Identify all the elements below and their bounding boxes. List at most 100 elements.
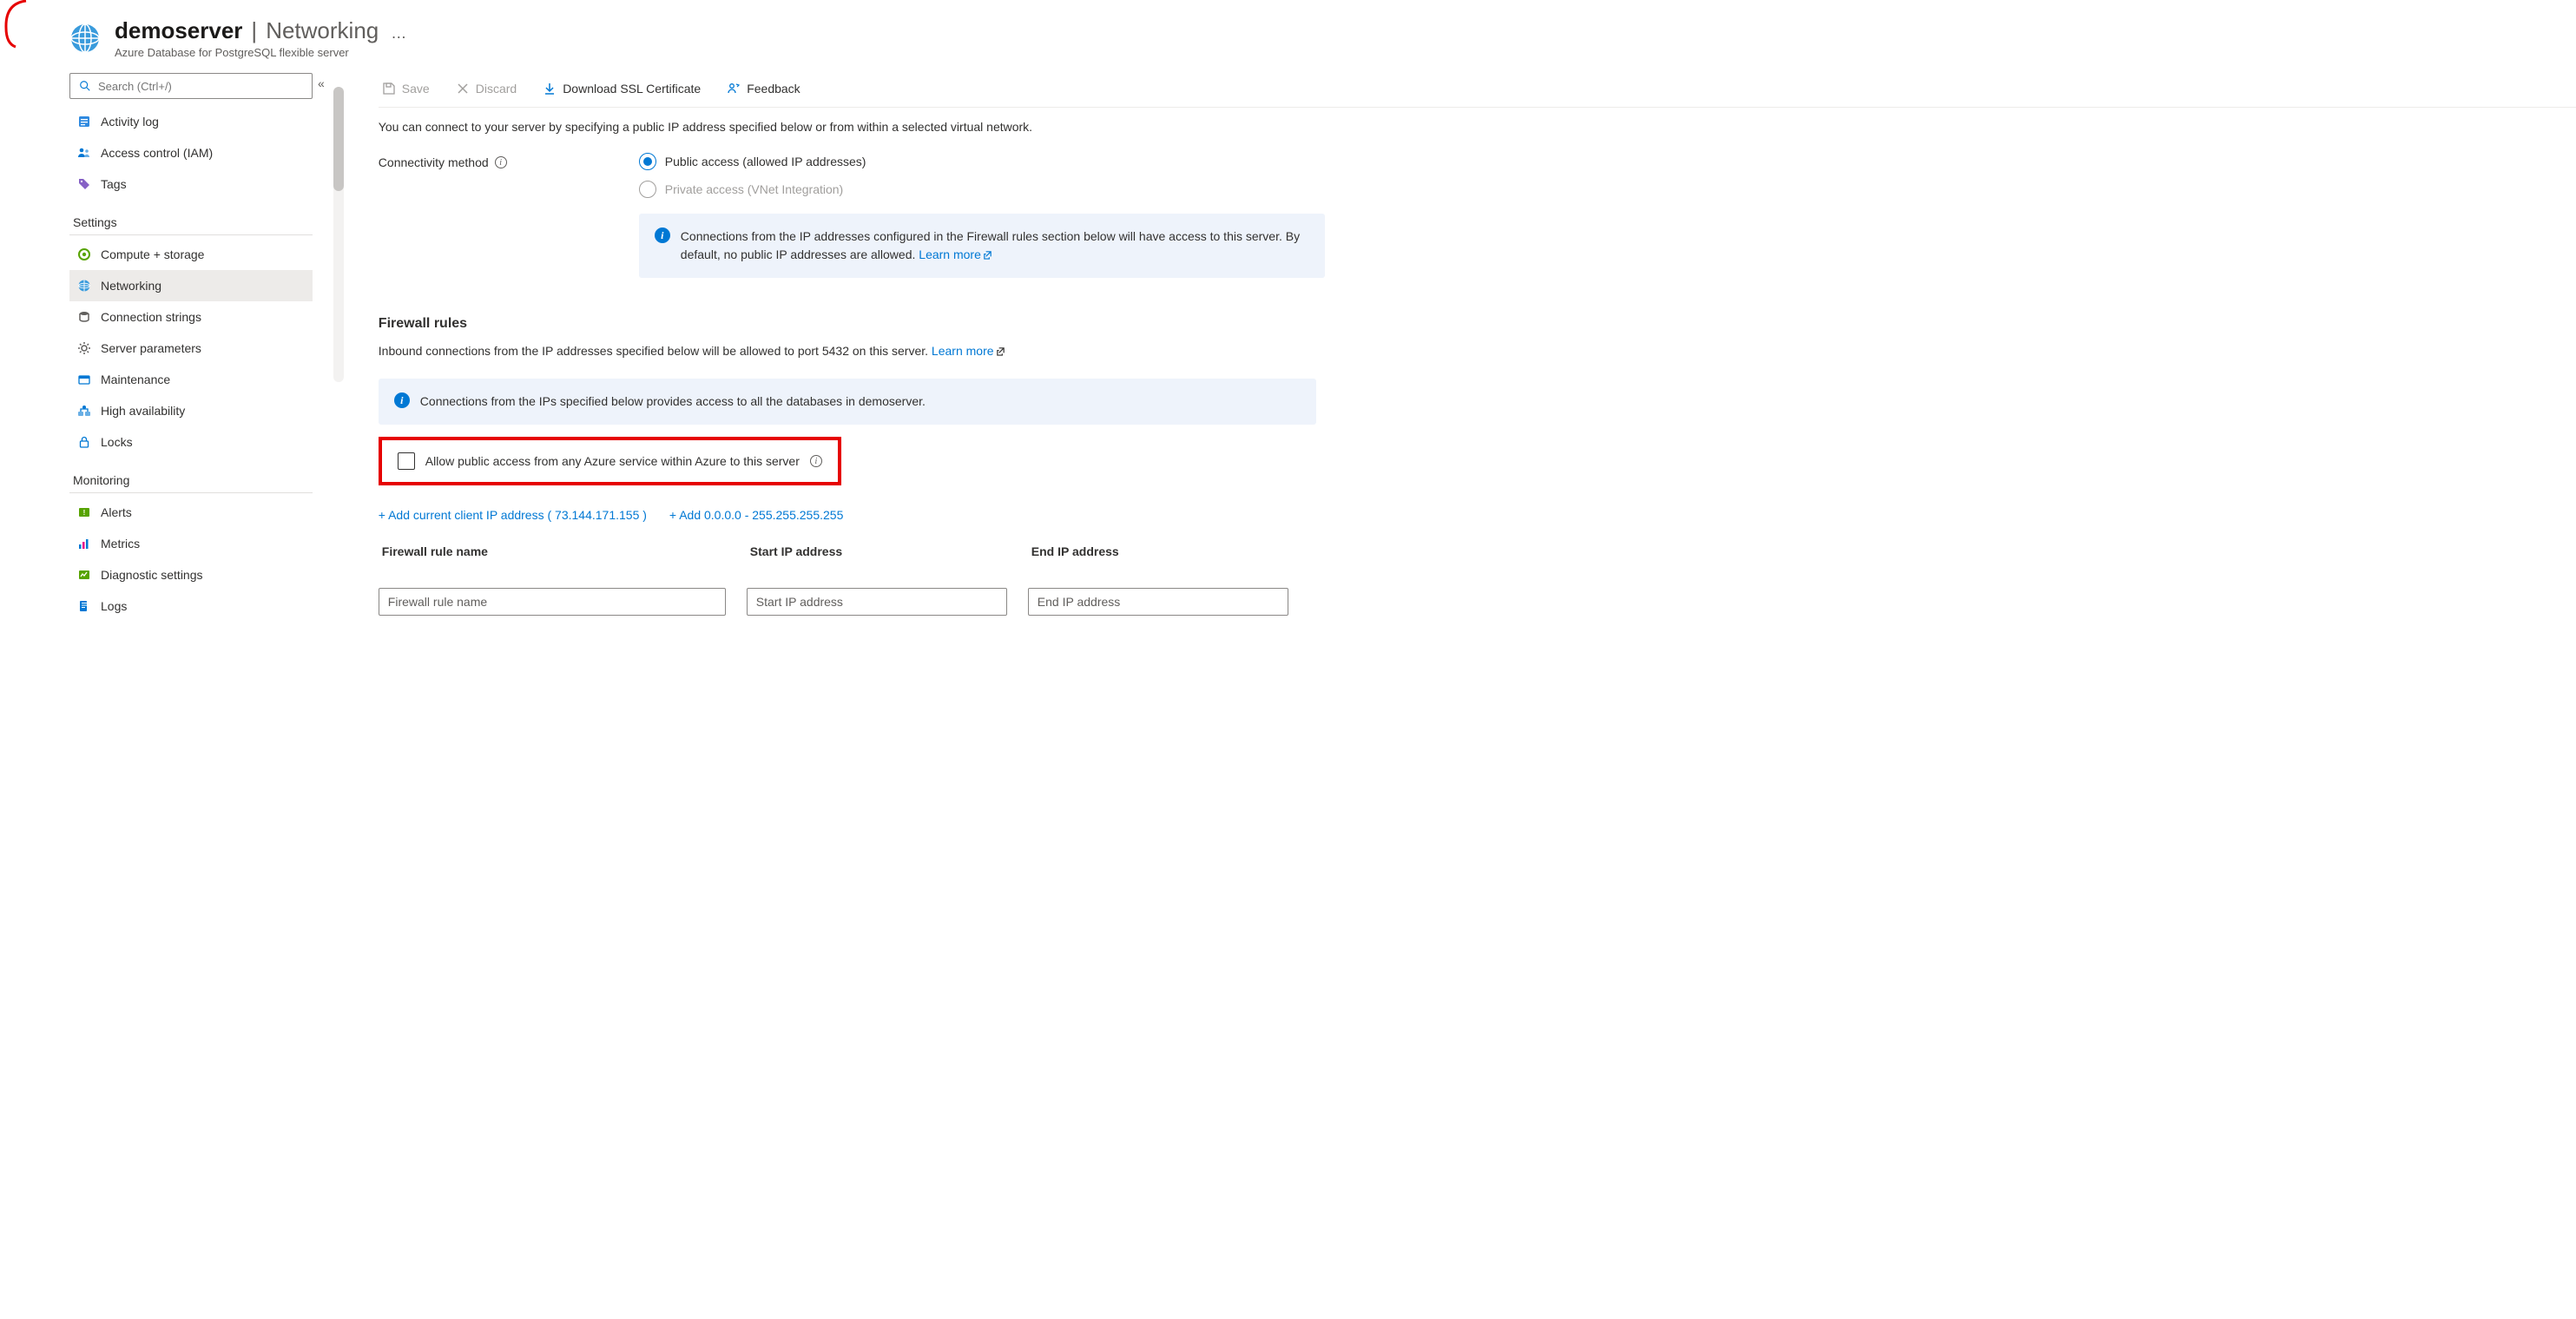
- radio-public-label: Public access (allowed IP addresses): [665, 155, 866, 168]
- add-client-ip-link[interactable]: + Add current client IP address ( 73.144…: [379, 508, 647, 522]
- sidebar-item-compute-storage[interactable]: Compute + storage: [69, 239, 313, 270]
- sidebar-item-label: Locks: [101, 435, 133, 449]
- sidebar-item-locks[interactable]: Locks: [69, 426, 313, 458]
- feedback-button[interactable]: Feedback: [723, 76, 803, 101]
- learn-more-link[interactable]: Learn more: [919, 247, 992, 261]
- sidebar-search[interactable]: [69, 73, 313, 99]
- lead-text: You can connect to your server by specif…: [379, 120, 1594, 134]
- col-head-rule-name: Firewall rule name: [379, 544, 726, 567]
- sidebar-item-server-parameters[interactable]: Server parameters: [69, 333, 313, 364]
- resource-name: demoserver: [115, 17, 242, 44]
- checkbox-icon: [398, 452, 415, 470]
- main-content: Save Discard Download SSL Certificate Fe…: [344, 69, 2576, 1319]
- sidebar-item-label: Access control (IAM): [101, 146, 213, 160]
- external-link-icon: [996, 345, 1005, 354]
- sidebar-item-label: Tags: [101, 177, 127, 191]
- sidebar-item-connection-strings[interactable]: Connection strings: [69, 301, 313, 333]
- connection-strings-icon: [76, 309, 92, 325]
- discard-button[interactable]: Discard: [452, 76, 520, 101]
- download-ssl-label: Download SSL Certificate: [563, 82, 701, 96]
- sidebar-group-settings: Settings: [69, 200, 313, 235]
- firewall-rules-description: Inbound connections from the IP addresse…: [379, 344, 1594, 358]
- download-icon: [543, 82, 557, 96]
- sidebar-item-metrics[interactable]: Metrics: [69, 528, 313, 559]
- alerts-icon: !: [76, 505, 92, 520]
- save-icon: [382, 82, 396, 96]
- svg-text:!: !: [83, 509, 86, 517]
- sidebar-item-label: Logs: [101, 599, 127, 613]
- add-ip-range-link[interactable]: + Add 0.0.0.0 - 255.255.255.255: [669, 508, 843, 522]
- col-head-start-ip: Start IP address: [747, 544, 1007, 567]
- activity-log-icon: [76, 114, 92, 129]
- firewall-rule-name-input[interactable]: [379, 588, 726, 616]
- feedback-label: Feedback: [747, 82, 800, 96]
- sidebar-item-label: Networking: [101, 279, 161, 293]
- sidebar-item-activity-log[interactable]: Activity log: [69, 106, 313, 137]
- title-separator: |: [251, 17, 257, 44]
- col-head-end-ip: End IP address: [1028, 544, 1288, 567]
- firewall-rules-heading: Firewall rules: [379, 316, 1594, 332]
- radio-public-access[interactable]: Public access (allowed IP addresses): [639, 153, 866, 170]
- end-ip-input[interactable]: [1028, 588, 1288, 616]
- sidebar-nav: Activity log Access control (IAM) Tags S…: [69, 69, 313, 622]
- diagnostic-settings-icon: [76, 567, 92, 583]
- sidebar-item-maintenance[interactable]: Maintenance: [69, 364, 313, 395]
- sidebar-item-label: Alerts: [101, 505, 132, 519]
- external-link-icon: [983, 247, 992, 256]
- sidebar-item-label: High availability: [101, 404, 185, 418]
- radio-private-access: Private access (VNet Integration): [639, 181, 866, 198]
- info-banner-firewall: i Connections from the IP addresses conf…: [639, 214, 1325, 278]
- save-label: Save: [402, 82, 430, 96]
- learn-more-link[interactable]: Learn more: [932, 344, 1005, 358]
- resource-icon: [69, 23, 101, 54]
- locks-icon: [76, 434, 92, 450]
- sidebar-item-diagnostic-settings[interactable]: Diagnostic settings: [69, 559, 313, 590]
- sidebar-item-label: Activity log: [101, 115, 159, 129]
- search-icon: [77, 78, 93, 94]
- sidebar-collapse-button[interactable]: «: [313, 69, 330, 97]
- sidebar-item-high-availability[interactable]: High availability: [69, 395, 313, 426]
- sidebar-search-input[interactable]: [98, 80, 305, 93]
- sidebar-item-alerts[interactable]: ! Alerts: [69, 497, 313, 528]
- info-icon[interactable]: i: [495, 156, 507, 168]
- networking-icon: [76, 278, 92, 293]
- compute-storage-icon: [76, 247, 92, 262]
- allow-azure-label: Allow public access from any Azure servi…: [425, 454, 800, 468]
- save-button[interactable]: Save: [379, 76, 433, 101]
- header-more-button[interactable]: …: [387, 24, 410, 43]
- sidebar-item-label: Compute + storage: [101, 247, 204, 261]
- info-icon[interactable]: i: [810, 455, 822, 467]
- info-icon: i: [394, 392, 410, 408]
- connectivity-method-label: Connectivity method: [379, 155, 489, 169]
- radio-private-label: Private access (VNet Integration): [665, 182, 843, 196]
- scrollbar-thumb[interactable]: [333, 87, 344, 191]
- blade-name: Networking: [266, 17, 379, 44]
- resource-header: demoserver | Networking … Azure Database…: [0, 0, 2576, 69]
- logs-icon: [76, 598, 92, 614]
- sidebar-scrollbar[interactable]: [333, 87, 344, 382]
- info-banner-databases: i Connections from the IPs specified bel…: [379, 379, 1316, 425]
- access-control-icon: [76, 145, 92, 161]
- discard-icon: [456, 82, 470, 96]
- highlight-allow-azure: Allow public access from any Azure servi…: [379, 437, 841, 485]
- firewall-rules-table: Firewall rule name Start IP address End …: [379, 544, 1334, 616]
- high-availability-icon: [76, 403, 92, 419]
- sidebar-item-label: Maintenance: [101, 373, 170, 386]
- sidebar-item-networking[interactable]: Networking: [69, 270, 313, 301]
- sidebar-item-access-control[interactable]: Access control (IAM): [69, 137, 313, 168]
- sidebar-item-label: Server parameters: [101, 341, 201, 355]
- sidebar-item-logs[interactable]: Logs: [69, 590, 313, 622]
- metrics-icon: [76, 536, 92, 551]
- sidebar-item-label: Metrics: [101, 537, 140, 551]
- discard-label: Discard: [476, 82, 517, 96]
- start-ip-input[interactable]: [747, 588, 1007, 616]
- sidebar-group-monitoring: Monitoring: [69, 458, 313, 493]
- info-icon: i: [655, 228, 670, 243]
- sidebar-item-label: Diagnostic settings: [101, 568, 203, 582]
- allow-azure-services-checkbox[interactable]: Allow public access from any Azure servi…: [398, 452, 822, 470]
- sidebar-item-tags[interactable]: Tags: [69, 168, 313, 200]
- tags-icon: [76, 176, 92, 192]
- download-ssl-button[interactable]: Download SSL Certificate: [539, 76, 704, 101]
- info-banner-text: Connections from the IPs specified below…: [420, 392, 926, 411]
- maintenance-icon: [76, 372, 92, 387]
